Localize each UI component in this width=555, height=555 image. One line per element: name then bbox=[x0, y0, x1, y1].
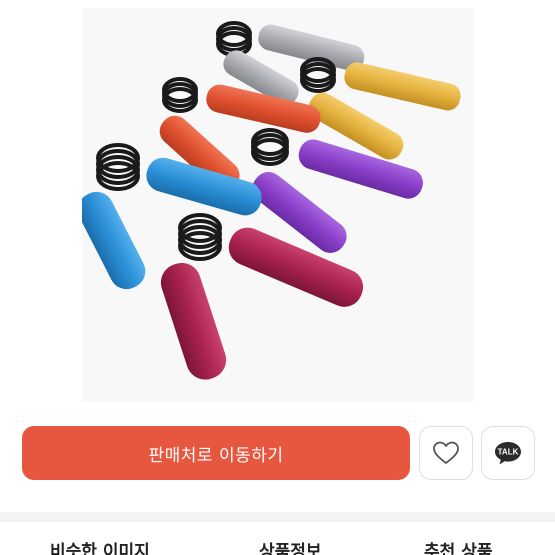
heart-outline-icon bbox=[433, 441, 459, 464]
kakaotalk-icon: TALK bbox=[493, 440, 523, 466]
tab-similar-images[interactable]: 비슷한 이미지 bbox=[50, 537, 150, 555]
tab-recommended-products[interactable]: 추천 상품 bbox=[424, 537, 492, 555]
hand-gripper-illustration bbox=[82, 21, 461, 380]
product-image[interactable] bbox=[82, 8, 474, 402]
talk-label: TALK bbox=[498, 448, 519, 457]
detail-tabs: 비슷한 이미지 상품정보 추천 상품 bbox=[0, 522, 555, 555]
wishlist-button[interactable] bbox=[419, 426, 473, 480]
tab-product-info[interactable]: 상품정보 bbox=[259, 537, 322, 555]
kakaotalk-share-button[interactable]: TALK bbox=[481, 426, 535, 480]
go-to-seller-button[interactable]: 판매처로 이동하기 bbox=[22, 426, 410, 480]
section-divider bbox=[0, 512, 555, 522]
